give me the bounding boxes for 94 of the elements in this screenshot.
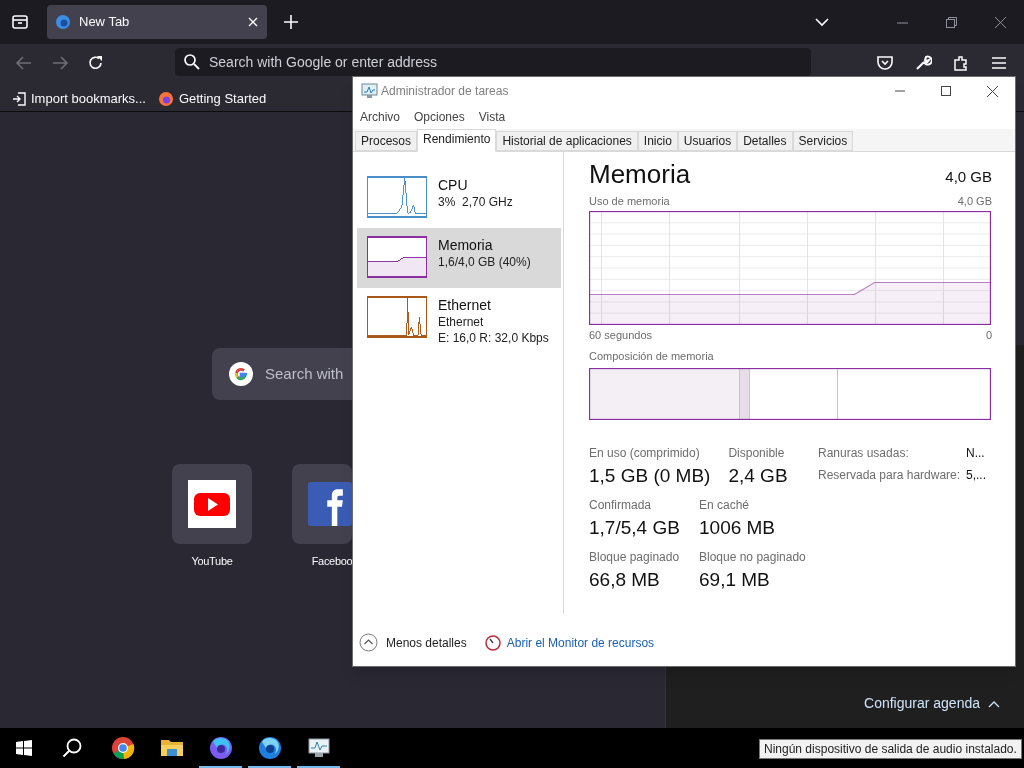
stat-value: 1,7/5,4 GB	[589, 515, 681, 540]
resource-detail: E: 16,0 R: 32,0 Kbps	[438, 330, 549, 346]
tab[interactable]: Servicios	[792, 131, 854, 151]
close-icon[interactable]	[995, 16, 1006, 28]
stat-label: Disponible	[728, 444, 786, 462]
monitor-icon	[361, 83, 379, 99]
graph-max-label: 4,0 GB	[957, 194, 992, 209]
address-field[interactable]: Search with Google or enter address	[175, 48, 811, 76]
configure-agenda-link[interactable]: Configurar agenda	[864, 693, 1000, 714]
shortcut-tile[interactable]	[292, 464, 352, 544]
stat-label: En caché	[699, 496, 751, 514]
chevron-down-icon[interactable]	[815, 15, 829, 29]
browser-globe-icon[interactable]	[208, 736, 233, 760]
monitor-icon[interactable]	[306, 736, 331, 760]
stat-value: 2,4 GB	[728, 463, 788, 488]
stat-value: N...	[966, 444, 986, 462]
resource-detail: 1,6/4,0 GB (40%)	[438, 254, 531, 270]
new-tab-icon[interactable]	[283, 14, 299, 30]
tab[interactable]: Detalles	[737, 131, 793, 151]
resource-monitor-link[interactable]: Abrir el Monitor de recursos	[484, 633, 655, 652]
window-title: Administrador de tareas	[381, 83, 510, 100]
search-icon[interactable]	[62, 738, 82, 758]
reload-icon[interactable]	[87, 54, 105, 72]
tab[interactable]: Rendimiento	[417, 129, 497, 152]
menu-item[interactable]: Archivo	[360, 108, 400, 126]
google-icon	[229, 362, 253, 386]
running-indicator	[248, 766, 291, 768]
tab[interactable]: Procesos	[355, 131, 418, 151]
mini-graph	[367, 236, 427, 278]
graph-label: Uso de memoria	[589, 194, 670, 209]
chevron-up-circle-icon	[359, 633, 378, 652]
total-memory: 4,0 GB	[945, 166, 992, 187]
tab[interactable]: Usuarios	[677, 131, 738, 151]
resource-detail: 3% 2,70 GHz	[438, 194, 513, 210]
mini-graph	[367, 296, 427, 338]
wrench-icon[interactable]	[914, 54, 932, 72]
stat-label: Bloque paginado	[589, 548, 681, 566]
search-box[interactable]: Search with	[212, 348, 352, 400]
play-logo-icon	[188, 480, 236, 528]
windows-logo-icon[interactable]	[16, 740, 32, 756]
search-placeholder: Search with	[265, 363, 344, 384]
bookmark-item[interactable]: Getting Started	[157, 88, 267, 109]
extensions-icon[interactable]	[952, 54, 970, 72]
stat-value: 69,1 MB	[699, 567, 771, 592]
chrome-logo-icon[interactable]	[110, 736, 135, 760]
bookmark-item[interactable]: Import bookmarks...	[12, 88, 146, 109]
shortcut-label: Faceboo	[310, 554, 354, 569]
gauge-icon	[484, 634, 501, 651]
mini-graph	[367, 176, 427, 218]
maximize-icon[interactable]	[941, 86, 951, 96]
import-icon	[12, 91, 26, 106]
pocket-icon[interactable]	[876, 54, 894, 72]
resource-name: CPU	[438, 176, 469, 194]
close-icon[interactable]	[987, 85, 998, 97]
stat-value: 1006 MB	[699, 515, 776, 540]
resource-name: Ethernet	[438, 296, 492, 314]
graph-time-label: 60 segundos	[589, 327, 652, 343]
tab[interactable]: Inicio	[637, 131, 678, 151]
shortcut-tile[interactable]	[172, 464, 252, 544]
stat-value: 5,...	[966, 466, 986, 484]
stat-label: Confirmada	[589, 496, 653, 514]
stat-label: En uso (comprimido)	[589, 444, 701, 462]
tab[interactable]: Historial de aplicaciones	[496, 131, 638, 151]
tooltip: Ningún dispositivo de salida de audio instalado.	[759, 739, 1022, 759]
tab-title: New Tab	[79, 13, 131, 32]
tab-list-icon	[11, 13, 29, 31]
menu-item[interactable]: Vista	[478, 108, 506, 126]
resource-detail: Ethernet	[438, 314, 485, 330]
section-title: Memoria	[589, 158, 691, 191]
forward-icon[interactable]	[51, 54, 69, 72]
stat-value: 66,8 MB	[589, 567, 661, 592]
stat-label: Bloque no paginado	[699, 548, 806, 566]
resource-item[interactable]: Ethernet Ethernet E: 16,0 R: 32,0 Kbps	[357, 288, 561, 348]
menu-item[interactable]: Opciones	[414, 108, 465, 126]
graph-min-label: 0	[985, 327, 992, 343]
search-icon	[183, 53, 201, 71]
menu-icon[interactable]	[990, 54, 1008, 72]
running-indicator	[199, 766, 242, 768]
browser-tab[interactable]: New Tab	[47, 5, 267, 39]
resource-item[interactable]: Memoria 1,6/4,0 GB (40%)	[357, 228, 561, 288]
chevron-up-icon	[988, 699, 1000, 708]
composition-label: Composición de memoria	[589, 349, 715, 364]
shortcut-label: YouTube	[190, 554, 234, 569]
close-tab-icon[interactable]	[247, 16, 259, 28]
stat-label: Reservada para hardware:	[818, 466, 962, 484]
stat-value: 1,5 GB (0 MB)	[589, 463, 711, 488]
resource-item[interactable]: CPU 3% 2,70 GHz	[357, 168, 561, 228]
stat-label: Ranuras usadas:	[818, 444, 910, 462]
resource-name: Memoria	[438, 236, 494, 254]
browser-globe-icon[interactable]	[257, 736, 282, 760]
running-indicator	[297, 766, 340, 768]
back-icon[interactable]	[15, 54, 33, 72]
restore-icon[interactable]	[946, 16, 957, 28]
fewer-details-button[interactable]: Menos detalles	[359, 633, 467, 652]
